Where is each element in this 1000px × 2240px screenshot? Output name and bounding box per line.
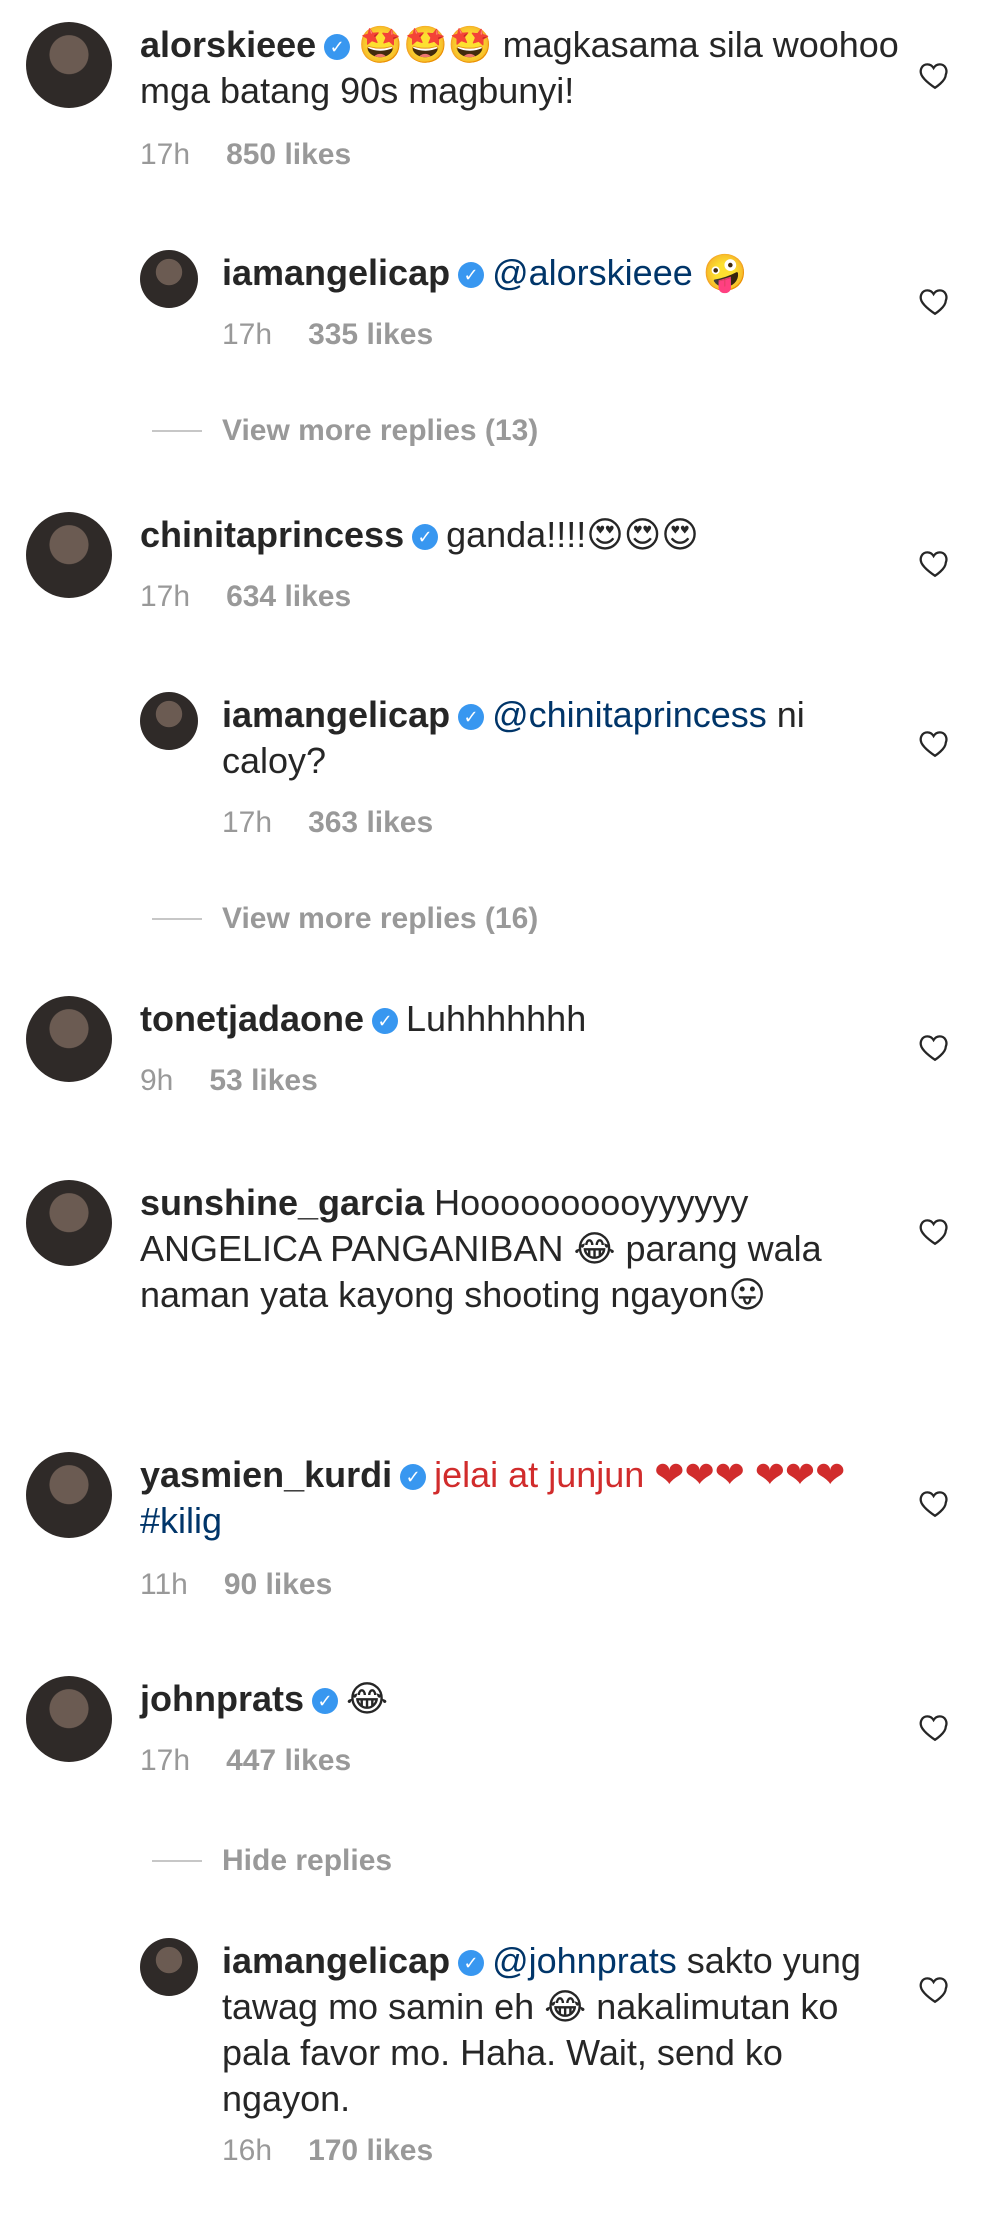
verified-icon: ✓ [400,1464,427,1490]
avatar[interactable] [26,1676,112,1762]
verified-icon: ✓ [412,524,439,550]
comment-meta: 17h 335 likes [222,318,433,352]
likes-count[interactable]: 53 likes [209,1064,317,1097]
likes-count[interactable]: 335 likes [308,318,433,351]
timestamp: 17h [222,318,273,351]
username[interactable]: iamangelicap [222,694,450,735]
like-heart-icon[interactable] [918,1486,952,1520]
like-heart-icon[interactable] [918,284,952,318]
likes-count[interactable]: 170 likes [308,2134,433,2167]
comment-text: Luhhhhhhh [406,998,587,1039]
timestamp: 17h [222,806,273,839]
verified-icon: ✓ [458,704,485,730]
avatar[interactable] [26,1452,112,1538]
hashtag-link[interactable]: #kilig [140,1500,222,1541]
verified-icon: ✓ [324,34,351,60]
likes-count[interactable]: 363 likes [308,806,433,839]
hide-replies-button[interactable]: Hide replies [222,1844,392,1878]
like-heart-icon[interactable] [918,1972,952,2006]
avatar[interactable] [26,1180,112,1266]
verified-icon: ✓ [372,1008,399,1034]
like-heart-icon[interactable] [918,1710,952,1744]
like-heart-icon[interactable] [918,1214,952,1248]
verified-icon: ✓ [458,262,485,288]
avatar[interactable] [26,22,112,108]
likes-count[interactable]: 447 likes [226,1744,351,1777]
comment-meta: 17h 850 likes [140,138,351,172]
like-heart-icon[interactable] [918,726,952,760]
username[interactable]: alorskieee [140,24,316,65]
likes-count[interactable]: 90 likes [224,1568,332,1601]
avatar[interactable] [140,692,198,750]
comment-meta: 17h 447 likes [140,1744,351,1778]
like-heart-icon[interactable] [918,1030,952,1064]
verified-icon: ✓ [458,1950,485,1976]
like-heart-icon[interactable] [918,546,952,580]
timestamp: 17h [140,138,191,171]
like-heart-icon[interactable] [918,58,952,92]
username[interactable]: chinitaprincess [140,514,404,555]
timestamp: 17h [140,1744,191,1777]
username[interactable]: yasmien_kurdi [140,1454,392,1495]
username[interactable]: johnprats [140,1678,304,1719]
comment-text: 🤪 [702,252,748,293]
mention-link[interactable]: @chinitaprincess [492,694,767,735]
divider [152,918,202,920]
avatar[interactable] [140,1938,198,1996]
username[interactable]: sunshine_garcia [140,1182,424,1223]
comment-meta: 17h 634 likes [140,580,351,614]
mention-link[interactable]: @johnprats [492,1940,677,1981]
comment-text: jelai at junjun ❤❤❤ ❤❤❤ [434,1454,846,1495]
username[interactable]: iamangelicap [222,1940,450,1981]
comment-meta: 11h 90 likes [140,1568,332,1602]
likes-count[interactable]: 634 likes [226,580,351,613]
divider [152,430,202,432]
timestamp: 11h [140,1568,188,1601]
view-more-replies-button[interactable]: View more replies (16) [222,902,538,936]
likes-count[interactable]: 850 likes [226,138,351,171]
timestamp: 9h [140,1064,174,1097]
timestamp: 16h [222,2134,273,2167]
comment-text: ganda!!!!😍😍😍 [446,514,699,555]
comment-meta: 16h 170 likes [222,2134,433,2168]
verified-icon: ✓ [312,1688,339,1714]
comment-meta: 17h 363 likes [222,806,433,840]
comment-meta: 9h 53 likes [140,1064,318,1098]
avatar[interactable] [140,250,198,308]
avatar[interactable] [26,996,112,1082]
view-more-replies-button[interactable]: View more replies (13) [222,414,538,448]
divider [152,1860,202,1862]
comment-text: 😂 [346,1678,389,1719]
username[interactable]: tonetjadaone [140,998,364,1039]
username[interactable]: iamangelicap [222,252,450,293]
avatar[interactable] [26,512,112,598]
timestamp: 17h [140,580,191,613]
mention-link[interactable]: @alorskieee [492,252,693,293]
